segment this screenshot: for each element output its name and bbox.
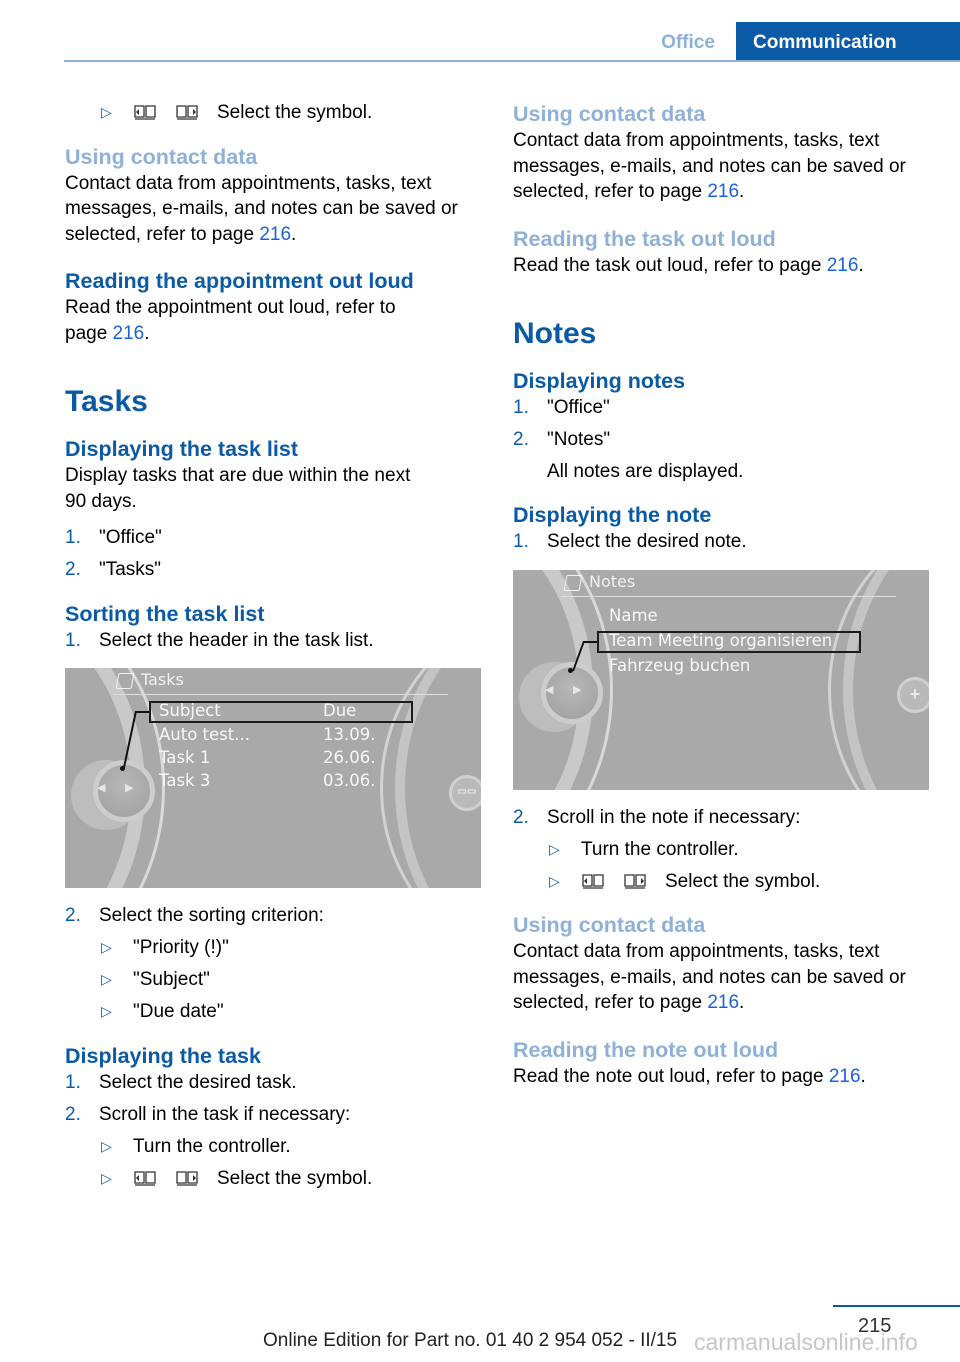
paragraph: Display tasks that are due within the ne… — [65, 465, 411, 512]
note-item: Team Meeting organisieren — [609, 630, 833, 650]
step-item: 1. "Office" — [65, 527, 162, 548]
page-link[interactable]: 216 — [829, 1066, 861, 1087]
bullet-item: ▷ Select the symbol. — [65, 100, 481, 126]
page-link[interactable]: 216 — [707, 992, 739, 1013]
book-back-icon — [134, 1170, 156, 1186]
step-item: 2. Select the sorting criterion: — [65, 905, 324, 926]
page-link[interactable]: 216 — [113, 323, 145, 344]
step-item: 2. "Notes" — [513, 429, 611, 450]
paragraph: Read the note out loud, refer to page 21… — [513, 1065, 866, 1087]
left-column: ▷ Select the symbol. Using contact data … — [65, 100, 481, 1198]
book-back-icon — [582, 873, 604, 889]
section-heading: Displaying the note — [513, 503, 712, 527]
screen-title: Notes — [589, 571, 636, 591]
column-header-subject: Subject — [159, 701, 221, 720]
section-heading: Reading the task out loud — [513, 226, 776, 251]
book-forward-icon — [176, 105, 198, 120]
paragraph: Contact data from appointments, tasks, t… — [65, 172, 458, 245]
step-item: 2. Scroll in the task if necessary: — [65, 1103, 351, 1125]
task-subject: Auto test... — [159, 725, 250, 744]
bullet-item: ▷ "Due date" — [65, 999, 481, 1025]
section-heading: Using contact data — [513, 102, 706, 126]
step-item: 2. "Tasks" — [65, 559, 162, 580]
task-subject: Task 3 — [159, 771, 211, 790]
chapter-title: Tasks — [65, 385, 148, 418]
edition-label: Online Edition for Part no. 01 40 2 954 … — [263, 1330, 678, 1351]
bullet-item: ▷ Select the symbol. — [513, 869, 929, 895]
step-item: 2. Scroll in the note if necessary: — [513, 806, 801, 828]
paragraph: Read the task out loud, refer to page 21… — [513, 254, 864, 276]
tab-office[interactable]: Office — [640, 22, 736, 62]
screen-title: Tasks — [141, 670, 184, 689]
task-due: 13.09. — [323, 725, 376, 744]
section-heading: Using contact data — [65, 144, 258, 169]
task-due: 26.06. — [323, 748, 376, 767]
step-item: 1. Select the desired note. — [513, 531, 747, 552]
section-heading: Displaying notes — [513, 369, 686, 393]
section-heading: Displaying the task — [65, 1043, 261, 1068]
step-result: All notes are displayed. — [547, 460, 744, 482]
footer-rule — [833, 1305, 960, 1307]
triangle-bullet-icon: ▷ — [101, 1169, 112, 1186]
add-icon: + — [897, 676, 929, 713]
bullet-item: ▷ Turn the controller. — [65, 1134, 481, 1160]
step-item: 1. Select the header in the task list. — [65, 629, 374, 651]
book-forward-icon — [176, 1170, 198, 1186]
task-due: 03.06. — [323, 771, 376, 790]
triangle-bullet-icon: ▷ — [101, 939, 112, 955]
paragraph: Read the appointment out loud, refer to … — [65, 297, 396, 344]
triangle-bullet-icon: ▷ — [101, 104, 112, 120]
triangle-bullet-icon: ▷ — [101, 971, 112, 987]
step-item: 1. Select the desired task. — [65, 1071, 297, 1093]
section-heading: Displaying the task list — [65, 437, 298, 461]
page-link[interactable]: 216 — [707, 181, 739, 202]
task-subject: Task 1 — [159, 748, 211, 767]
section-heading: Using contact data — [513, 913, 706, 937]
bullet-item: ▷ "Subject" — [65, 967, 481, 993]
section-heading: Sorting the task list — [65, 601, 265, 626]
page-link[interactable]: 216 — [827, 255, 859, 276]
watermark: carmanualsonline.info — [694, 1329, 918, 1355]
section-heading: Reading the note out loud — [513, 1037, 779, 1062]
paragraph: Contact data from appointments, tasks, t… — [513, 941, 906, 1013]
bullet-item: ▷ "Priority (!)" — [65, 935, 481, 961]
options-button-icon: ▭▭ — [449, 775, 481, 811]
section-heading: Reading the appointment out loud — [65, 269, 414, 293]
notebook-icon — [115, 673, 135, 689]
note-list-header: Name — [609, 605, 658, 625]
right-column: Using contact data Contact data from app… — [513, 100, 929, 1089]
paragraph: Contact data from appointments, tasks, t… — [513, 130, 906, 202]
triangle-bullet-icon: ▷ — [101, 1003, 112, 1019]
step-item: 1. "Office" — [513, 397, 610, 418]
notebook-icon — [563, 574, 583, 591]
header-rule — [64, 60, 960, 62]
tasks-screen-image: Tasks Subject Due Auto test... 13.09. Ta… — [65, 668, 481, 888]
book-back-icon — [134, 105, 156, 120]
column-header-due: Due — [323, 701, 357, 720]
notes-screen-image: Notes Name Team Meeting organisieren Fah… — [513, 569, 929, 790]
triangle-bullet-icon: ▷ — [549, 840, 560, 857]
bullet-text: Select the symbol. — [217, 102, 373, 123]
bullet-item: ▷ Turn the controller. — [513, 837, 929, 863]
triangle-bullet-icon: ▷ — [549, 872, 560, 889]
note-item: Fahrzeug buchen — [609, 655, 751, 675]
chapter-title: Notes — [513, 317, 597, 350]
tab-communication[interactable]: Communication — [736, 22, 960, 62]
triangle-bullet-icon: ▷ — [101, 1137, 112, 1154]
bullet-item: ▷ Select the symbol. — [65, 1166, 481, 1192]
book-forward-icon — [624, 873, 646, 889]
page-link[interactable]: 216 — [259, 224, 291, 245]
